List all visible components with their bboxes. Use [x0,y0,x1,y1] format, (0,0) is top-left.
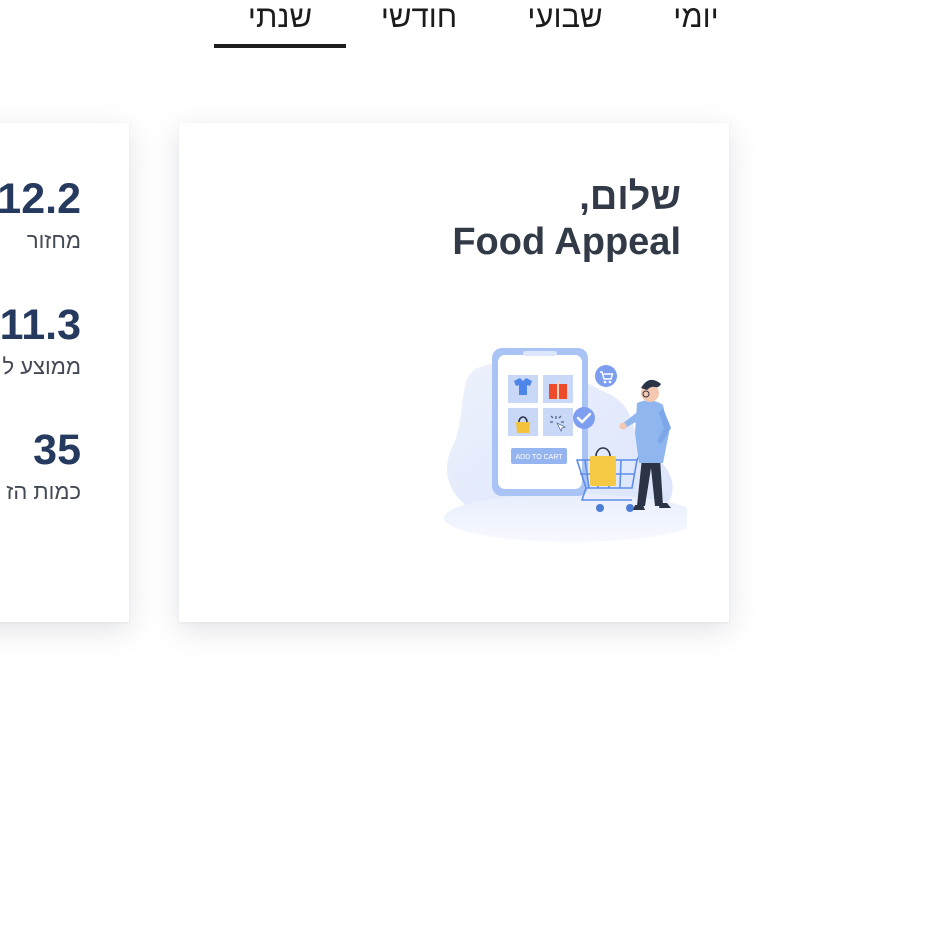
stat-turnover-value: 12.2 [0,175,81,223]
stat-average-value: 11.3 [0,301,81,349]
tab-weekly-label: שבועי [527,0,603,34]
stats-card: 12.2 מחזור 11.3 ממוצע ל 35 כמות הז [0,123,129,622]
shopping-cart-icon [595,365,617,387]
welcome-card: שלום, Food Appeal ADD TO CART [179,123,729,622]
tab-daily-label: יומי [673,0,719,34]
tab-daily[interactable]: יומי [656,0,736,48]
shopping-illustration: ADD TO CART [444,348,687,542]
greeting-text: שלום, [579,176,681,218]
stat-turnover-label: מחזור [26,228,81,253]
brand-name: Food Appeal [452,221,681,263]
tab-monthly-label: חודשי [380,0,458,34]
tab-yearly[interactable]: שנתי [214,0,346,48]
stat-count-label: כמות הז [6,479,81,504]
stat-average: 11.3 ממוצע ל [0,302,81,380]
stat-turnover: 12.2 מחזור [0,176,81,254]
checkmark-icon [573,407,595,429]
bag-icon [516,422,530,433]
welcome-greeting: שלום, Food Appeal [452,175,681,265]
stat-count-value: 35 [33,426,81,474]
stat-count: 35 כמות הז [6,427,81,505]
tab-yearly-label: שנתי [247,0,313,34]
dashboard: שנתי חודשי שבועי יומי 12.2 מחזור 11.3 ממ… [0,0,928,928]
tab-weekly[interactable]: שבועי [512,0,618,48]
stat-average-label: ממוצע ל [2,354,81,379]
tab-monthly[interactable]: חודשי [366,0,472,48]
add-to-cart-label: ADD TO CART [515,454,563,461]
